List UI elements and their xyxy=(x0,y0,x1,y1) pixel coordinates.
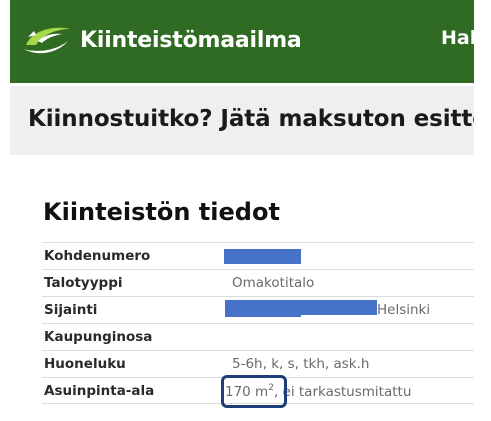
row-label: Kohdenumero xyxy=(44,248,151,264)
row-value: Omakotitalo xyxy=(232,275,315,291)
swoosh-logo-icon xyxy=(22,23,74,57)
banner-heading: Kiinnostuitko? Jätä maksuton esittelypy xyxy=(28,106,474,132)
row-label: Sijainti xyxy=(44,302,98,318)
table-row: Kohdenumero xyxy=(42,242,474,269)
brand-logo[interactable]: Kiinteistömaailma xyxy=(22,22,302,58)
row-label: Huoneluku xyxy=(44,356,126,372)
area-highlight-box xyxy=(221,375,287,408)
row-label: Asuinpinta-ala xyxy=(44,383,155,399)
contact-banner[interactable]: Kiinnostuitko? Jätä maksuton esittelypy xyxy=(10,86,474,155)
table-row: Sijainti Helsinki xyxy=(42,296,474,323)
area-note: , ei tarkastusmitattu xyxy=(273,384,412,400)
table-row: Kaupunginosa xyxy=(42,323,474,350)
row-label: Talotyyppi xyxy=(44,275,123,291)
brand-name: Kiinteistömaailma xyxy=(80,27,302,53)
nav-link-partial[interactable]: Hak xyxy=(441,27,474,49)
site-header: Kiinteistömaailma Hak xyxy=(10,0,474,83)
redaction-block xyxy=(225,310,301,317)
property-details-title: Kiinteistön tiedot xyxy=(43,198,280,226)
row-label: Kaupunginosa xyxy=(44,329,153,345)
table-row: Talotyyppi Omakotitalo xyxy=(42,269,474,296)
row-value: Helsinki xyxy=(377,302,431,318)
table-row: Huoneluku 5-6h, k, s, tkh, ask.h xyxy=(42,350,474,377)
row-value: 5-6h, k, s, tkh, ask.h xyxy=(232,356,370,372)
redaction-block xyxy=(224,249,301,264)
